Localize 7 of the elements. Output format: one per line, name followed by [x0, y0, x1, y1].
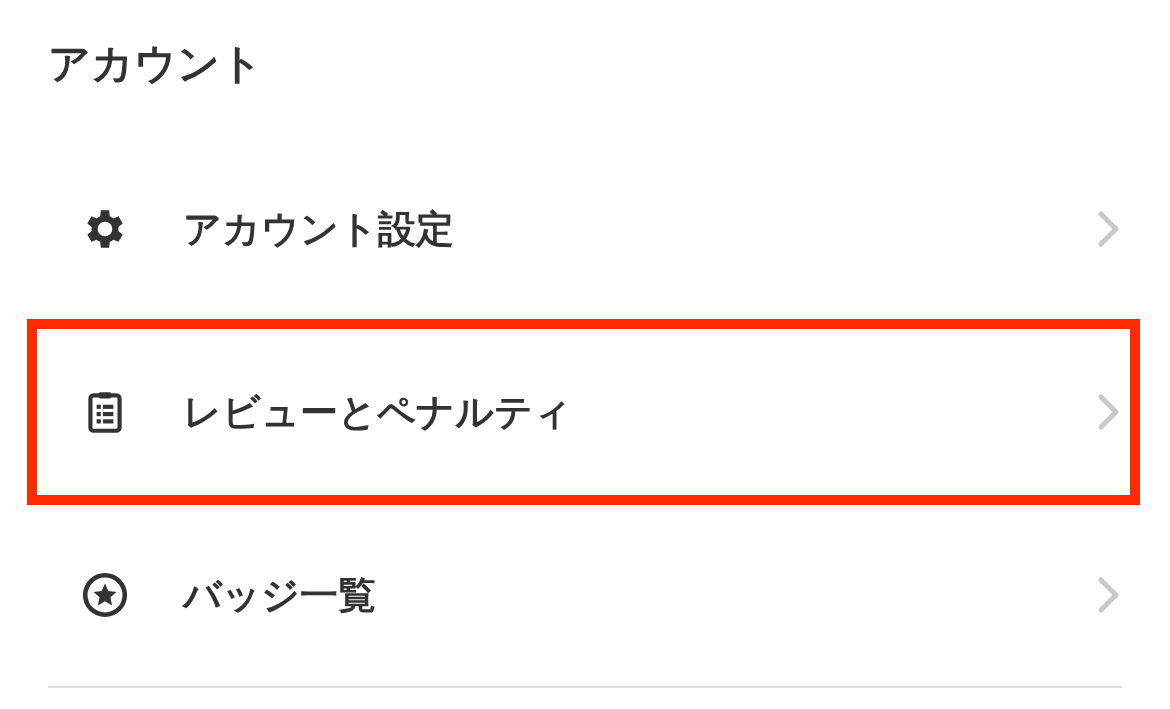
menu-item-label: アカウント設定	[183, 205, 455, 253]
menu-item[interactable]: バッジ一覧	[27, 502, 1140, 688]
menu-item-label: バッジ一覧	[183, 571, 377, 619]
menu-item[interactable]: レビューとペナルティ	[27, 319, 1140, 505]
menu-item-label: レビューとペナルティ	[183, 388, 573, 436]
section-title: アカウント	[48, 38, 263, 90]
menu-item[interactable]: アカウント設定	[27, 136, 1140, 322]
